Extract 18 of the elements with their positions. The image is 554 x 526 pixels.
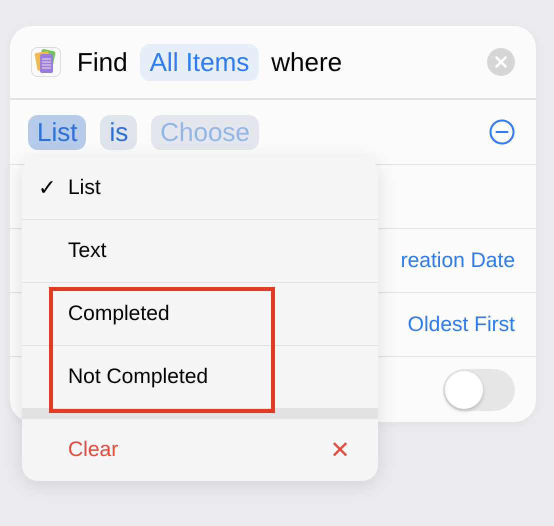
- clear-icon[interactable]: ✕: [330, 436, 350, 464]
- option-value[interactable]: reation Date: [400, 248, 515, 272]
- checkmark-icon: ✓: [38, 175, 68, 201]
- action-verb: Find: [77, 46, 128, 78]
- remove-icon[interactable]: [489, 119, 515, 145]
- property-token[interactable]: List: [28, 114, 86, 150]
- menu-item[interactable]: Not Completed: [68, 365, 208, 389]
- option-value[interactable]: Oldest First: [408, 312, 515, 336]
- notes-stack-icon: [31, 47, 61, 77]
- menu-item[interactable]: Text: [68, 239, 107, 263]
- close-button[interactable]: [487, 48, 515, 76]
- menu-item[interactable]: Completed: [68, 302, 170, 326]
- subject-token[interactable]: All Items: [140, 44, 260, 80]
- menu-item[interactable]: List: [68, 176, 101, 200]
- clear-item[interactable]: Clear: [68, 438, 118, 462]
- toggle-switch[interactable]: [443, 368, 515, 410]
- action-connector: where: [271, 46, 342, 78]
- operator-token[interactable]: is: [100, 114, 138, 150]
